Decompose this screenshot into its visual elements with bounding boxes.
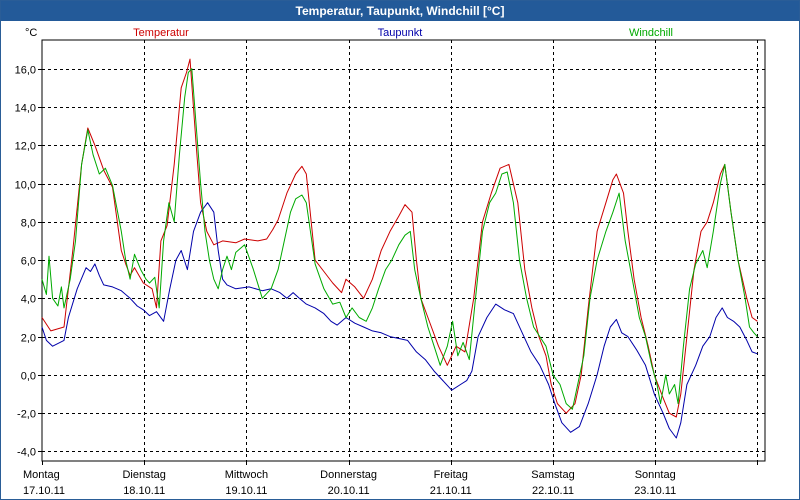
y-tick-label: 6,0 <box>21 256 36 268</box>
day-date-label: 18.10.11 <box>123 485 165 497</box>
day-date-label: 22.10.11 <box>532 485 574 497</box>
chart: -4,0 -2,0 0,0 2,0 4,0 6,0 8,0 10,0 12,0 14,0 16,0 °… <box>15 27 766 497</box>
day-name-label: Montag <box>23 469 60 481</box>
day-date-label: 20.10.11 <box>328 485 370 497</box>
day-date-label: 19.10.11 <box>225 485 267 497</box>
y-tick-label: -2,0 <box>17 409 36 421</box>
y-tick-label: 10,0 <box>15 180 36 192</box>
day-date-label: 17.10.11 <box>23 485 65 497</box>
y-tick-label: 14,0 <box>15 103 36 115</box>
day-name-label: Mittwoch <box>225 469 268 481</box>
day-date-label: 23.10.11 <box>634 485 676 497</box>
window-title: Temperatur, Taupunkt, Windchill [°C] <box>1 1 799 21</box>
y-tick-label: 4,0 <box>21 294 36 306</box>
day-name-label: Samstag <box>531 469 574 481</box>
y-tick-label: 8,0 <box>21 218 36 230</box>
y-tick-label: -4,0 <box>17 447 36 459</box>
legend-windchill: Windchill <box>629 27 673 39</box>
y-tick-label: 2,0 <box>21 333 36 345</box>
y-tick-label: 12,0 <box>15 141 36 153</box>
y-tick-label: 16,0 <box>15 65 36 77</box>
chart-window: Temperatur, Taupunkt, Windchill [°C] -4,… <box>0 0 800 500</box>
day-date-label: 21.10.11 <box>430 485 472 497</box>
legend-temperatur: Temperatur <box>133 27 189 39</box>
day-name-label: Freitag <box>434 469 468 481</box>
day-name-label: Sonntag <box>635 469 676 481</box>
day-name-label: Dienstag <box>122 469 165 481</box>
day-name-label: Donnerstag <box>320 469 377 481</box>
legend-taupunkt: Taupunkt <box>378 27 423 39</box>
y-unit-label: °C <box>25 27 37 39</box>
y-tick-label: 0,0 <box>21 371 36 383</box>
